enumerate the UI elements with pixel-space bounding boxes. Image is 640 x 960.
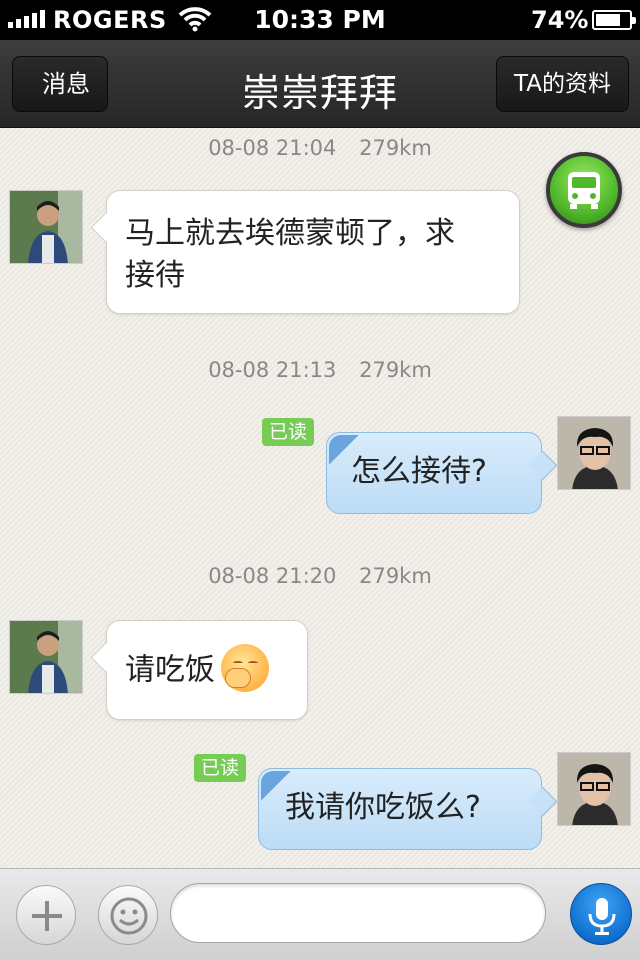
bus-transit-button[interactable]: [546, 152, 622, 228]
bus-icon: [568, 172, 600, 209]
message-text-line2: 接待: [125, 258, 185, 293]
navigation-bar: 消息 崇崇拜拜 TA的资料: [0, 40, 640, 128]
timestamp-distance: 279km: [359, 564, 432, 588]
battery-percentage: 74%: [531, 6, 589, 34]
emoji-button[interactable]: [98, 885, 158, 945]
status-bar: ROGERS 10:33 PM 74%: [0, 0, 640, 40]
incoming-message-bubble[interactable]: 请吃饭: [106, 620, 308, 720]
read-receipt-badge: 已读: [194, 754, 247, 782]
incoming-message-bubble[interactable]: 马上就去埃德蒙顿了，求 接待: [106, 190, 520, 314]
chat-area[interactable]: 08-08 21:04 279km 马上就去埃德蒙顿了，求 接待 08-08 2…: [0, 128, 640, 868]
my-avatar[interactable]: [557, 752, 631, 826]
message-timestamp: 08-08 21:20 279km: [0, 564, 640, 588]
message-input[interactable]: [170, 883, 546, 943]
message-text: 马上就去埃德蒙顿了，求: [125, 216, 455, 251]
read-receipt-badge: 已读: [262, 418, 315, 446]
timestamp-distance: 279km: [359, 358, 432, 382]
timestamp-time: 08-08 21:13: [208, 358, 337, 382]
contact-avatar[interactable]: [9, 190, 83, 264]
timestamp-time: 08-08 21:20: [208, 564, 337, 588]
smiley-icon: [110, 897, 148, 935]
contact-avatar[interactable]: [9, 620, 83, 694]
battery-icon: [592, 10, 636, 30]
message-text: 我请你吃饭么?: [285, 790, 481, 825]
timestamp-time: 08-08 21:04: [208, 136, 337, 160]
add-attachment-button[interactable]: [16, 885, 76, 945]
bubble-corner-icon: [261, 771, 291, 801]
message-text: 请吃饭: [125, 652, 215, 688]
timestamp-distance: 279km: [359, 136, 432, 160]
blushing-face-emoji-icon: [221, 644, 269, 692]
plus-icon: [32, 901, 62, 931]
outgoing-message-bubble[interactable]: 怎么接待?: [326, 432, 542, 514]
my-avatar[interactable]: [557, 416, 631, 490]
outgoing-message-bubble[interactable]: 我请你吃饭么?: [258, 768, 542, 850]
message-timestamp: 08-08 21:13 279km: [0, 358, 640, 382]
bubble-corner-icon: [329, 435, 359, 465]
microphone-icon: [588, 898, 616, 935]
voice-input-button[interactable]: [570, 883, 632, 945]
view-profile-button[interactable]: TA的资料: [496, 56, 629, 112]
message-timestamp: 08-08 21:04 279km: [0, 136, 640, 160]
message-input-bar: [0, 868, 640, 960]
message-text: 怎么接待?: [351, 454, 487, 489]
